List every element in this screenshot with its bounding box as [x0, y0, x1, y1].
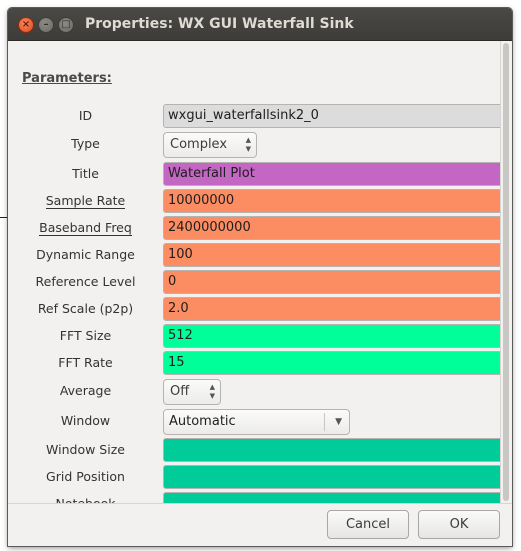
scrollbar-thumb[interactable]	[503, 43, 509, 501]
average-label: Average	[59, 383, 112, 398]
ref-scale-label: Ref Scale (p2p)	[37, 301, 134, 316]
baseband-freq-label-text: Baseband Freq	[39, 220, 132, 236]
notebook-field[interactable]	[163, 492, 500, 503]
close-icon: ×	[21, 19, 31, 30]
row-title: Title Waterfall Plot	[8, 162, 500, 186]
row-window-size: Window Size	[8, 438, 500, 462]
window-size-label: Window Size	[46, 442, 125, 457]
close-window-button[interactable]: ×	[18, 17, 34, 33]
ref-scale-field[interactable]: 2.0	[163, 297, 500, 321]
ok-button[interactable]: OK	[418, 510, 500, 539]
row-notebook: Notebook	[8, 492, 500, 503]
fft-rate-label: FFT Rate	[58, 355, 113, 370]
sample-rate-label: Sample Rate	[8, 189, 163, 213]
chevron-down-icon: ▼	[335, 417, 342, 427]
parameters-heading: Parameters:	[22, 71, 112, 86]
minimize-window-button[interactable]: –	[38, 17, 54, 33]
dropdown-separator	[324, 413, 325, 431]
sample-rate-label-text: Sample Rate	[45, 193, 126, 209]
minimize-icon: –	[43, 19, 49, 30]
maximize-icon: □	[61, 19, 71, 30]
row-id: ID wxgui_waterfallsink2_0	[8, 104, 500, 128]
dynamic-range-field[interactable]: 100	[163, 243, 500, 267]
parameters-panel: Parameters: ID wxgui_waterfallsink2_0 Ty…	[8, 41, 500, 503]
row-baseband-freq: Baseband Freq 2400000000	[8, 216, 500, 240]
dialog-button-bar: Cancel OK	[8, 503, 512, 546]
row-grid-position: Grid Position	[8, 465, 500, 489]
dynamic-range-label: Dynamic Range	[36, 247, 135, 262]
spin-arrows-icon: ▲ ▼	[245, 136, 251, 153]
cancel-button[interactable]: Cancel	[327, 510, 409, 539]
row-fft-size: FFT Size 512	[8, 324, 500, 348]
window-dropdown[interactable]: Automatic ▼	[163, 409, 350, 435]
title-bar: × – □ Properties: WX GUI Waterfall Sink	[8, 8, 512, 41]
vertical-scrollbar[interactable]	[500, 41, 512, 503]
window-size-field[interactable]	[163, 438, 500, 462]
row-ref-scale: Ref Scale (p2p) 2.0	[8, 297, 500, 321]
row-reference-level: Reference Level 0	[8, 270, 500, 294]
row-fft-rate: FFT Rate 15	[8, 351, 500, 375]
row-sample-rate: Sample Rate 10000000	[8, 189, 500, 213]
maximize-window-button[interactable]: □	[58, 17, 74, 33]
row-type: Type Complex ▲ ▼	[8, 132, 500, 158]
id-label: ID	[78, 108, 93, 123]
sample-rate-field[interactable]: 10000000	[163, 189, 500, 213]
window-label: Window	[60, 413, 111, 428]
reference-level-field[interactable]: 0	[163, 270, 500, 294]
title-field[interactable]: Waterfall Plot	[163, 162, 500, 186]
row-average: Average Off ▲ ▼	[8, 379, 500, 405]
average-value: Off	[170, 384, 190, 399]
type-selector[interactable]: Complex ▲ ▼	[163, 132, 257, 158]
row-dynamic-range: Dynamic Range 100	[8, 243, 500, 267]
reference-level-label: Reference Level	[35, 274, 136, 289]
spin-arrows-icon: ▲ ▼	[209, 383, 215, 400]
row-window: Window Automatic ▼	[8, 409, 500, 435]
properties-dialog: × – □ Properties: WX GUI Waterfall Sink …	[8, 8, 512, 546]
fft-rate-field[interactable]: 15	[163, 351, 500, 375]
title-label: Title	[72, 166, 99, 181]
average-selector[interactable]: Off ▲ ▼	[163, 379, 221, 405]
notebook-label: Notebook	[8, 492, 163, 503]
fft-size-label: FFT Size	[59, 328, 112, 343]
baseband-freq-field[interactable]: 2400000000	[163, 216, 500, 240]
id-field[interactable]: wxgui_waterfallsink2_0	[163, 104, 500, 128]
type-value: Complex	[170, 137, 228, 152]
fft-size-field[interactable]: 512	[163, 324, 500, 348]
window-value: Automatic	[169, 414, 236, 429]
window-title: Properties: WX GUI Waterfall Sink	[85, 16, 354, 32]
baseband-freq-label: Baseband Freq	[8, 216, 163, 240]
grid-position-label: Grid Position	[46, 469, 125, 484]
type-label: Type	[71, 136, 100, 151]
grid-position-field[interactable]	[163, 465, 500, 489]
